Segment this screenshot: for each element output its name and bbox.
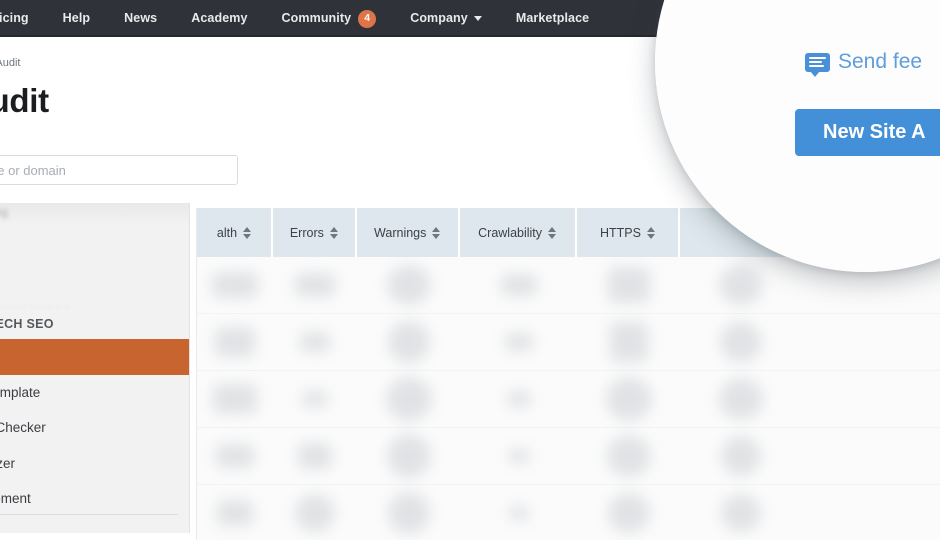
- table-cell: [460, 371, 577, 427]
- sort-icon[interactable]: [646, 226, 655, 239]
- table-cell: [357, 428, 460, 484]
- sidebar-ghost-divider: · · · · · · · · · · · · · ·: [0, 301, 71, 313]
- nav-item-label: Company: [410, 11, 468, 25]
- sidebar-item-label: ntent Template: [0, 384, 41, 400]
- table-cell: [273, 371, 357, 427]
- table-row[interactable]: [197, 428, 940, 485]
- sidebar-item-on-page-seo-checker[interactable]: e SEO Checker: [0, 410, 189, 446]
- column-header-label: Crawlability: [478, 225, 543, 240]
- app-screenshot: icing Help News Academy Community 4 Comp…: [0, 0, 940, 540]
- table-cell: [197, 257, 273, 313]
- table-cell: [681, 485, 801, 540]
- table-cell: [577, 428, 681, 484]
- chevron-down-icon: [473, 16, 482, 21]
- column-header-label: HTTPS: [599, 225, 641, 240]
- nav-item-help[interactable]: Help: [46, 0, 108, 37]
- nav-item-news[interactable]: News: [107, 0, 174, 37]
- table-cell: [357, 371, 460, 427]
- sort-icon[interactable]: [548, 226, 557, 239]
- page-title: Audit: [0, 82, 49, 119]
- nav-item-community[interactable]: Community 4: [265, 0, 394, 37]
- magnifier-lens-content: Send fee New Site A: [655, 0, 940, 272]
- table-cell: [357, 257, 460, 313]
- sidebar-item-listing-management[interactable]: Management: [0, 481, 189, 517]
- sort-icon[interactable]: [243, 226, 252, 239]
- column-header-label: Errors: [289, 225, 324, 240]
- nav-item-label: News: [124, 11, 158, 25]
- table-cell: [460, 428, 577, 484]
- table-row[interactable]: [197, 314, 940, 371]
- sidebar-item-site-audit[interactable]: dit: [0, 339, 189, 375]
- send-feedback-label: Send fee: [838, 50, 923, 73]
- table-body: [197, 257, 940, 540]
- sidebar-item-log-file-analyzer[interactable]: e Analyzer: [0, 446, 189, 482]
- breadcrumb[interactable]: Site Audit: [0, 57, 20, 69]
- nav-item-label: Academy: [191, 11, 248, 25]
- table-cell: [577, 485, 681, 540]
- table-cell: [273, 257, 357, 313]
- sidebar-section-heading: GE & TECH SEO: [0, 317, 54, 331]
- nav-item-company[interactable]: Company: [393, 0, 499, 37]
- table-cell: [357, 314, 460, 370]
- nav-item-pricing[interactable]: icing: [0, 0, 46, 37]
- table-row[interactable]: [197, 485, 940, 540]
- nav-item-marketplace[interactable]: Marketplace: [499, 0, 606, 37]
- column-header-warnings[interactable]: Warnings: [357, 208, 460, 257]
- table-cell: [197, 485, 273, 540]
- sidebar-divider: [0, 514, 178, 515]
- sidebar: Reporting · · · · · · · · · · · · · · GE…: [0, 203, 190, 533]
- project-search-input[interactable]: [0, 155, 238, 185]
- nav-item-label: Help: [62, 11, 91, 25]
- nav-item-label: Community: [281, 11, 352, 25]
- table-cell: [460, 257, 577, 313]
- sort-icon[interactable]: [432, 226, 441, 239]
- nav-item-label: icing: [0, 11, 29, 25]
- speech-bubble-icon: [805, 52, 830, 77]
- table-cell: [273, 314, 357, 370]
- column-header-label: alth: [216, 225, 238, 240]
- table-cell: [357, 485, 460, 540]
- sidebar-ghost-item: Reporting: [0, 205, 9, 219]
- column-header-label: Warnings: [374, 225, 427, 240]
- nav-item-label: Marketplace: [515, 11, 590, 25]
- column-header-errors[interactable]: Errors: [273, 208, 357, 257]
- nav-item-academy[interactable]: Academy: [174, 0, 264, 37]
- table-cell: [460, 485, 577, 540]
- table-cell: [197, 428, 273, 484]
- table-cell: [197, 314, 273, 370]
- sidebar-item-seo-content-template[interactable]: ntent Template: [0, 375, 189, 411]
- table-cell: [681, 428, 801, 484]
- table-cell: [577, 314, 681, 370]
- table-cell: [577, 371, 681, 427]
- top-nav-items: icing Help News Academy Community 4 Comp…: [0, 0, 606, 37]
- table-cell: [197, 371, 273, 427]
- column-header-site-health[interactable]: alth: [197, 208, 273, 257]
- table-cell: [681, 371, 801, 427]
- magnifier-lens: Send fee New Site A: [655, 0, 940, 272]
- table-cell: [273, 428, 357, 484]
- column-header-crawlability[interactable]: Crawlability: [460, 208, 577, 257]
- community-notification-badge: 4: [358, 9, 377, 28]
- table-row[interactable]: [197, 371, 940, 428]
- table-cell: [273, 485, 357, 540]
- sort-icon[interactable]: [329, 226, 338, 239]
- sidebar-item-label: Management: [0, 491, 31, 507]
- sidebar-item-label: e SEO Checker: [0, 420, 46, 436]
- sidebar-item-label: e Analyzer: [0, 455, 16, 471]
- table-cell: [681, 314, 801, 370]
- new-site-audit-button[interactable]: New Site A: [795, 109, 940, 156]
- magnified-table-slice: [655, 208, 709, 272]
- table-cell: [460, 314, 577, 370]
- sidebar-top-fade: [0, 203, 189, 225]
- sidebar-menu: dit ntent Template e SEO Checker e Analy…: [0, 339, 189, 517]
- send-feedback-link[interactable]: Send fee: [805, 50, 923, 77]
